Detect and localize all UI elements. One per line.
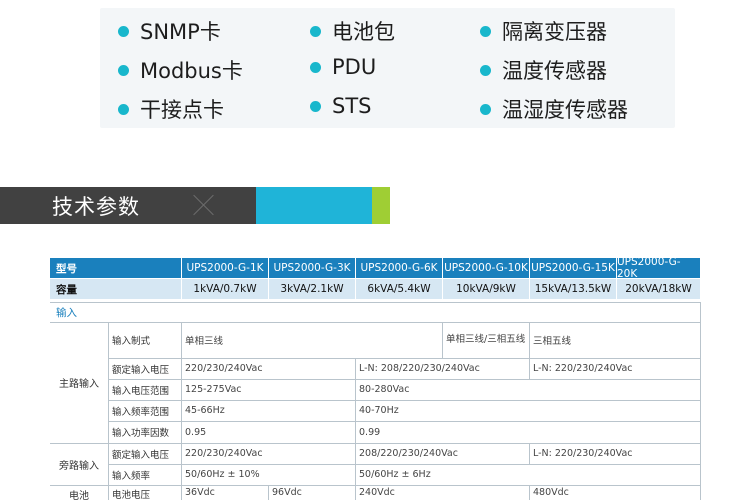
capacity-value: 20kVA/18kW bbox=[617, 279, 700, 299]
battery-label: 电池 bbox=[69, 491, 89, 500]
accessory-item: 温湿度传感器 bbox=[480, 94, 628, 124]
accessory-item: 隔离变压器 bbox=[480, 16, 607, 46]
param-value: L-N: 220/230/240Vac bbox=[533, 363, 633, 374]
capacity-value: 3kVA/2.1kW bbox=[269, 279, 355, 299]
param-value: 45-66Hz bbox=[185, 405, 225, 416]
accessory-label: 温湿度传感器 bbox=[502, 98, 628, 122]
accessory-item: 电池包 bbox=[310, 16, 395, 46]
table-border bbox=[700, 302, 701, 500]
accessory-label: PDU bbox=[332, 55, 377, 79]
param-value: 208/220/230/240Vac bbox=[359, 448, 458, 459]
param-value: 单相三线/三相五线 bbox=[446, 334, 526, 346]
param-value: 50/60Hz ± 6Hz bbox=[359, 469, 431, 480]
param-label: 输入电压范围 bbox=[112, 385, 170, 397]
bullet-icon bbox=[480, 25, 491, 37]
param-value: 0.95 bbox=[185, 426, 207, 438]
cross-deco-icon bbox=[190, 193, 218, 217]
accent-block-cyan bbox=[256, 187, 372, 224]
bullet-icon bbox=[118, 103, 129, 115]
accessory-item: Modbus卡 bbox=[118, 55, 243, 85]
param-label: 额定输入电压 bbox=[112, 364, 170, 376]
model-header: UPS2000-G-1K bbox=[182, 258, 268, 278]
accessory-label: SNMP卡 bbox=[140, 20, 221, 44]
param-value: 单相三线 bbox=[185, 336, 224, 347]
param-value: 220/230/240Vac bbox=[185, 448, 263, 459]
model-header: UPS2000-G-20K bbox=[617, 256, 700, 280]
bullet-icon bbox=[310, 25, 321, 37]
model-header: UPS2000-G-10K bbox=[443, 258, 529, 278]
param-label: 电池电压 bbox=[112, 490, 151, 500]
accent-block-lime bbox=[372, 187, 390, 224]
bullet-icon bbox=[118, 25, 129, 37]
param-label: 输入频率 bbox=[112, 470, 151, 482]
param-value: 80-280Vac bbox=[359, 384, 410, 395]
param-value: 40-70Hz bbox=[359, 405, 399, 416]
model-header: UPS2000-G-3K bbox=[269, 258, 355, 278]
accessory-label: Modbus卡 bbox=[140, 59, 243, 83]
param-label: 输入制式 bbox=[112, 336, 151, 347]
param-label: 输入频率范围 bbox=[112, 406, 170, 418]
bypass-input-label: 旁路输入 bbox=[59, 460, 99, 472]
accessory-label: 干接点卡 bbox=[140, 98, 224, 122]
row-divider bbox=[50, 302, 700, 303]
param-value: L-N: 208/220/230/240Vac bbox=[359, 363, 480, 374]
bullet-icon bbox=[480, 64, 491, 76]
capacity-value: 10kVA/9kW bbox=[443, 279, 529, 299]
input-group-label: 输入 bbox=[56, 306, 77, 319]
model-header: UPS2000-G-15K bbox=[530, 258, 616, 278]
main-input-label: 主路输入 bbox=[59, 379, 99, 390]
param-value: 240Vdc bbox=[359, 487, 395, 498]
param-value: 125-275Vac bbox=[185, 384, 242, 395]
param-value: 50/60Hz ± 10% bbox=[185, 469, 260, 480]
accessory-item: STS bbox=[310, 94, 372, 118]
section-title: 技术参数 bbox=[52, 195, 140, 219]
accessory-item: 温度传感器 bbox=[480, 55, 607, 85]
capacity-value: 6kVA/5.4kW bbox=[356, 279, 442, 299]
param-value: 三相五线 bbox=[533, 336, 572, 347]
param-value: 480Vdc bbox=[533, 487, 569, 498]
accessory-item: SNMP卡 bbox=[118, 16, 221, 46]
capacity-value: 1kVA/0.7kW bbox=[182, 279, 268, 299]
accessory-label: 温度传感器 bbox=[502, 59, 607, 83]
section-header: 技术参数 bbox=[0, 187, 750, 224]
param-value: 96Vdc bbox=[272, 487, 302, 498]
param-value: L-N: 220/230/240Vac bbox=[533, 448, 633, 459]
param-value: 220/230/240Vac bbox=[185, 363, 263, 374]
bullet-icon bbox=[310, 61, 321, 73]
accessory-label: 电池包 bbox=[332, 20, 395, 44]
section-header-bar: 技术参数 bbox=[0, 187, 256, 224]
capacity-value: 15kVA/13.5kW bbox=[530, 279, 616, 299]
param-label: 输入功率因数 bbox=[112, 428, 170, 439]
bullet-icon bbox=[118, 64, 129, 76]
accessory-label: STS bbox=[332, 94, 372, 118]
bullet-icon bbox=[310, 100, 321, 112]
accessory-label: 隔离变压器 bbox=[502, 20, 607, 44]
capacity-label: 容量 bbox=[50, 279, 181, 299]
accessory-item: 干接点卡 bbox=[118, 94, 224, 124]
param-value: 0.99 bbox=[359, 426, 381, 438]
accessory-item: PDU bbox=[310, 55, 376, 79]
param-value: 36Vdc bbox=[185, 487, 215, 498]
model-header-label: 型号 bbox=[50, 258, 181, 278]
model-header: UPS2000-G-6K bbox=[356, 258, 442, 278]
bullet-icon bbox=[480, 103, 491, 115]
param-label: 额定输入电压 bbox=[112, 449, 170, 461]
